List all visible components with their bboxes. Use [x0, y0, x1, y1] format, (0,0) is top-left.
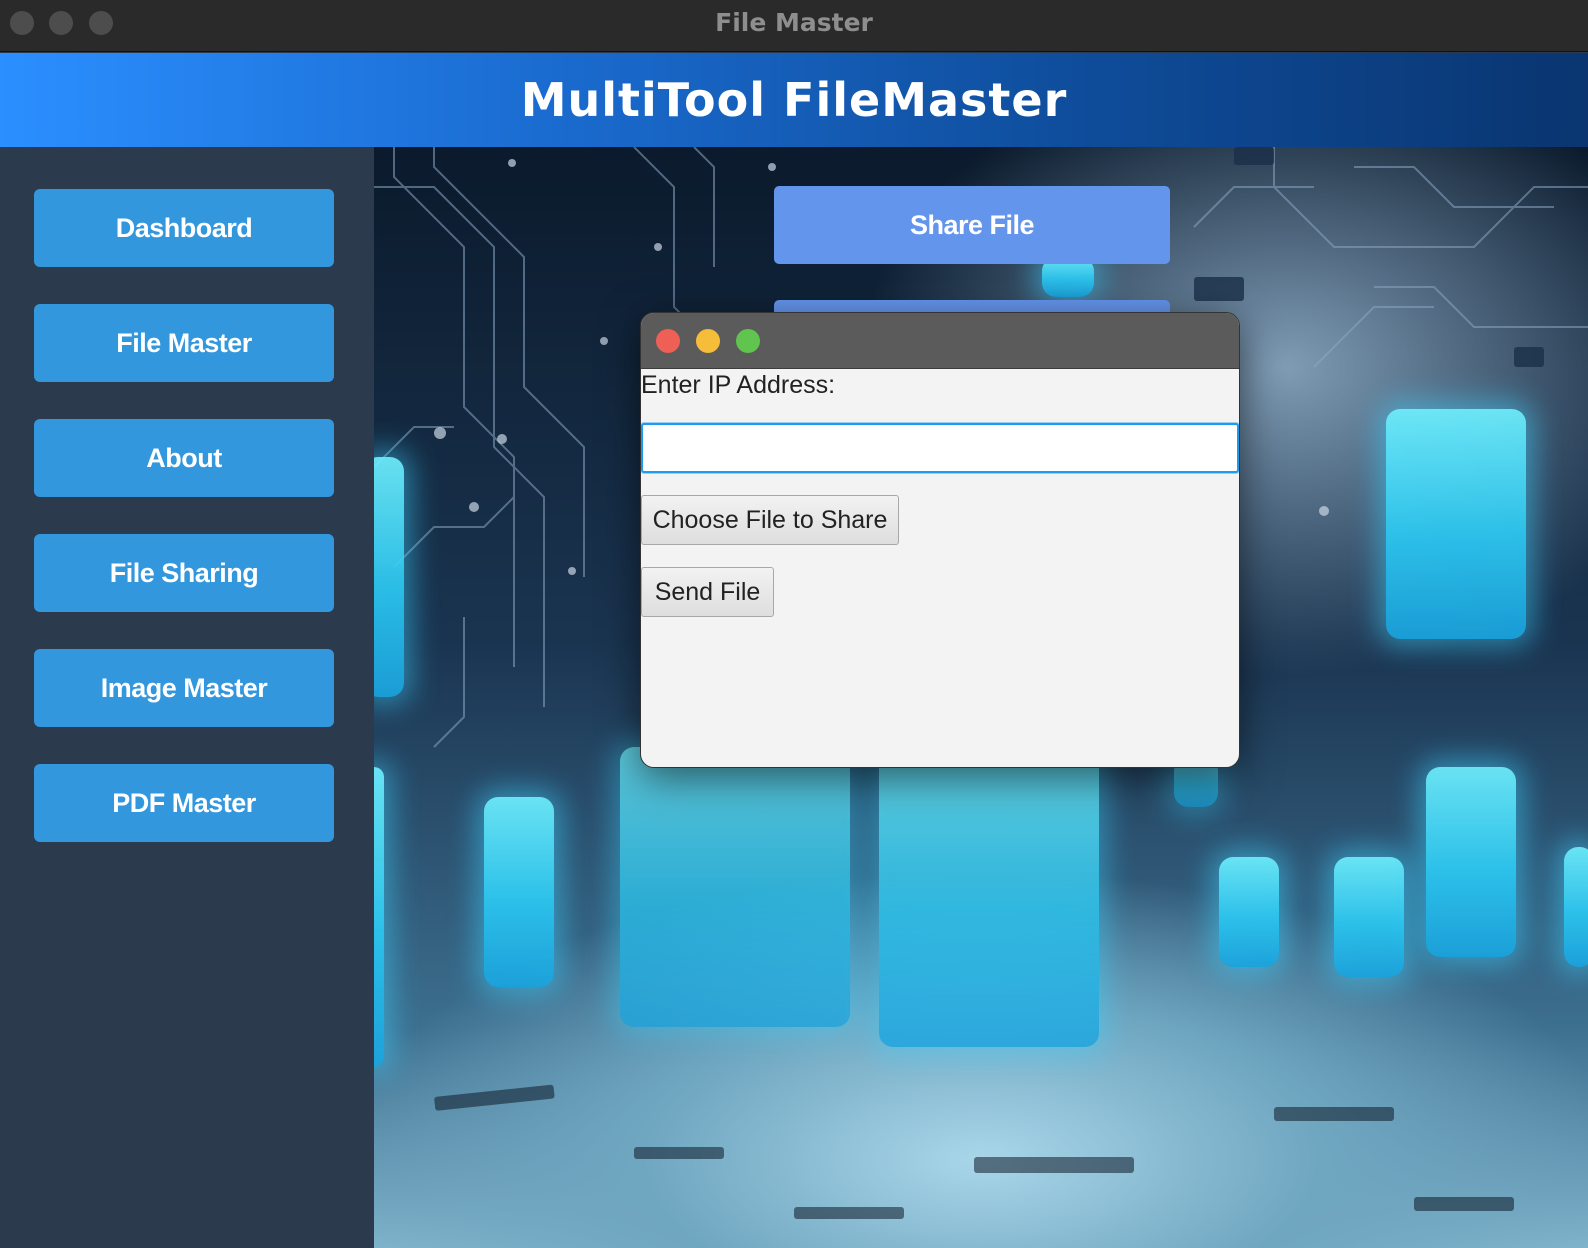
- sidebar-item-file-sharing[interactable]: File Sharing: [34, 534, 334, 612]
- sidebar-item-dashboard[interactable]: Dashboard: [34, 189, 334, 267]
- glow-panel: [484, 797, 554, 987]
- choose-file-button[interactable]: Choose File to Share: [641, 495, 899, 545]
- sidebar-item-image-master[interactable]: Image Master: [34, 649, 334, 727]
- sidebar-item-pdf-master[interactable]: PDF Master: [34, 764, 334, 842]
- share-file-dialog: Enter IP Address: Choose File to Share S…: [640, 312, 1240, 768]
- app-header: MultiTool FileMaster: [0, 53, 1588, 147]
- window-titlebar: File Master: [0, 0, 1588, 52]
- sidebar-item-about[interactable]: About: [34, 419, 334, 497]
- glow-panel: [1334, 857, 1404, 977]
- glow-panel: [620, 747, 850, 1027]
- glow-panel: [374, 767, 384, 1067]
- glow-panel: [1426, 767, 1516, 957]
- ip-address-label: Enter IP Address:: [641, 371, 836, 399]
- dialog-titlebar: [641, 313, 1239, 369]
- send-file-button[interactable]: Send File: [641, 567, 774, 617]
- share-file-button[interactable]: Share File: [774, 186, 1170, 264]
- ip-address-input[interactable]: [641, 423, 1239, 473]
- window-title: File Master: [715, 8, 873, 37]
- glow-panel: [1386, 409, 1526, 639]
- sidebar-item-file-master[interactable]: File Master: [34, 304, 334, 382]
- dialog-close-icon[interactable]: [656, 329, 680, 353]
- dialog-maximize-icon[interactable]: [736, 329, 760, 353]
- glow-panel: [1219, 857, 1279, 967]
- glow-panel: [879, 747, 1099, 1047]
- app-window: File Master MultiTool FileMaster Dashboa…: [0, 0, 1588, 1248]
- app-title: MultiTool FileMaster: [520, 73, 1068, 127]
- sidebar: Dashboard File Master About File Sharing…: [0, 147, 374, 1248]
- glow-panel: [1564, 847, 1588, 967]
- glow-panel: [374, 457, 404, 697]
- dialog-minimize-icon[interactable]: [696, 329, 720, 353]
